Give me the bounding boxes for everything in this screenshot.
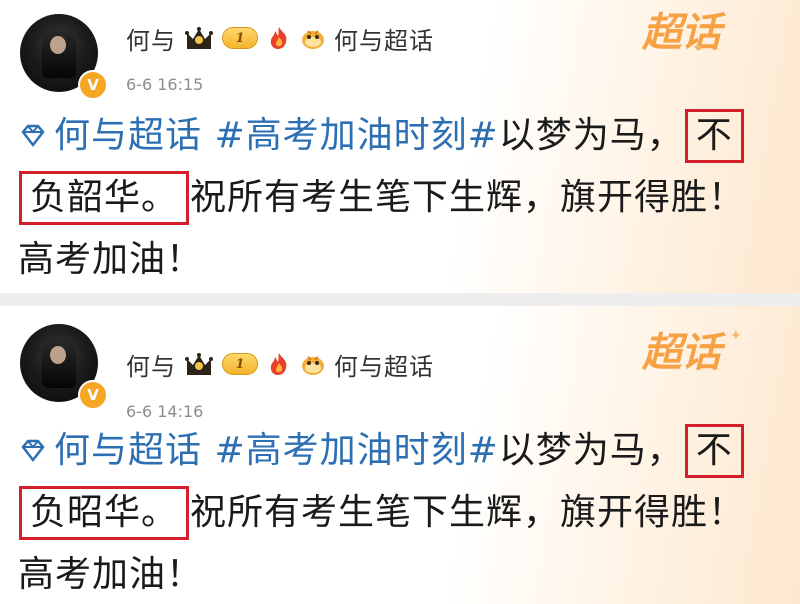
avatar[interactable]: V (20, 14, 108, 100)
post-text: 以梦为马， (498, 115, 684, 156)
crown-icon (185, 353, 213, 375)
highlighted-text: 负韶华。 (19, 171, 190, 225)
fire-emoji-icon (270, 27, 287, 49)
username[interactable]: 何与 (126, 347, 176, 382)
supertopic-link[interactable]: 何与超话 (334, 347, 434, 382)
post-text: 祝所有考生笔下生辉，旗开得胜！ (190, 492, 746, 533)
diamond-icon (21, 439, 45, 463)
supertopic-brand-logo: 超话 (642, 330, 721, 376)
crown-icon (185, 27, 213, 49)
highlighted-text: 负昭华。 (19, 486, 190, 540)
diamond-icon (21, 124, 45, 148)
verified-badge-icon: V (78, 70, 108, 100)
post-content: 何与超话 #高考加油时刻# 以梦为马， 不 负昭华。 祝所有考生笔下生辉，旗开得… (18, 420, 788, 604)
supertopic-link[interactable]: 何与超话 (334, 21, 434, 56)
username[interactable]: 何与 (126, 21, 176, 56)
level-badge: 1 (222, 353, 258, 375)
highlighted-text: 不 (684, 424, 744, 478)
face-emoji-icon (302, 356, 324, 375)
fire-emoji-icon (270, 353, 287, 375)
avatar[interactable]: V (20, 324, 108, 410)
header-row: 何与 1 何与超话 (126, 18, 434, 58)
post-content: 何与超话 #高考加油时刻# 以梦为马， 不 负韶华。 祝所有考生笔下生辉，旗开得… (18, 105, 788, 291)
highlighted-text: 不 (684, 109, 744, 163)
post-separator (0, 293, 800, 306)
post-text: 高考加油！ (18, 239, 204, 280)
hashtag-link[interactable]: 何与超话 #高考加油时刻# (54, 420, 499, 482)
header-row: 何与 1 何与超话 (126, 344, 434, 384)
weibo-post-2: V 何与 1 何与超话 6-6 14:16 超话 ✦ 何与超话 #高考加油时刻#… (0, 306, 800, 604)
hashtag-link[interactable]: 何与超话 #高考加油时刻# (54, 105, 499, 167)
weibo-post-1: V 何与 1 何与超话 6-6 16:15 超话 ✦ 何与超话 #高考加油时刻#… (0, 0, 800, 293)
post-text: 高考加油！ (18, 554, 204, 595)
post-text: 以梦为马， (498, 430, 684, 471)
timestamp: 6-6 14:16 (126, 402, 204, 421)
supertopic-brand-logo: 超话 (642, 10, 721, 56)
post-text: 祝所有考生笔下生辉，旗开得胜！ (190, 177, 746, 218)
level-badge: 1 (222, 27, 258, 49)
face-emoji-icon (302, 30, 324, 49)
timestamp: 6-6 16:15 (126, 75, 204, 94)
verified-badge-icon: V (78, 380, 108, 410)
